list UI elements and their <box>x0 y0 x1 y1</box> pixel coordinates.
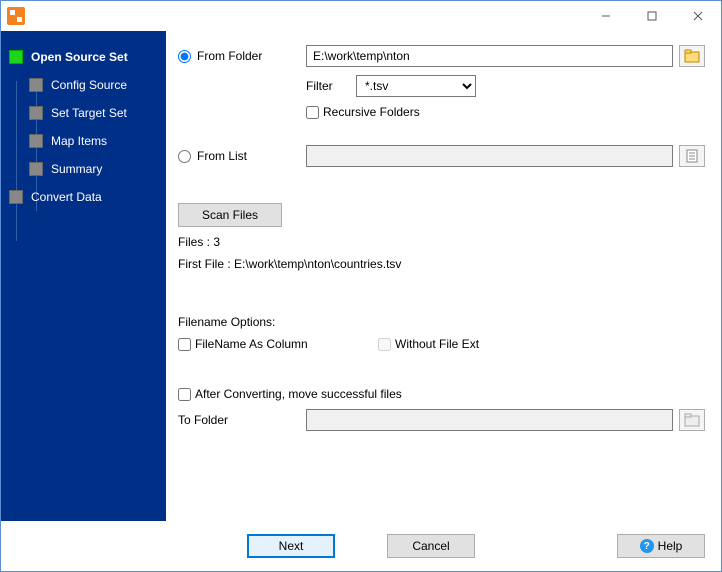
browse-list-button[interactable] <box>679 145 705 167</box>
recursive-text: Recursive Folders <box>323 105 420 119</box>
filename-options-heading: Filename Options: <box>178 315 275 329</box>
scan-files-button[interactable]: Scan Files <box>178 203 282 227</box>
after-convert-move-text: After Converting, move successful files <box>195 387 402 401</box>
next-button[interactable]: Next <box>247 534 335 558</box>
app-icon <box>7 7 25 25</box>
from-folder-radio-label[interactable]: From Folder <box>178 49 306 63</box>
titlebar <box>1 1 721 31</box>
to-folder-input <box>306 409 673 431</box>
folder-icon <box>684 413 700 427</box>
first-file-label: First File : E:\work\temp\nton\countries… <box>178 257 401 271</box>
minimize-button[interactable] <box>583 1 629 31</box>
from-list-radio-label[interactable]: From List <box>178 149 306 163</box>
browse-folder-button[interactable] <box>679 45 705 67</box>
sidebar-item-config-source[interactable]: Config Source <box>1 71 166 99</box>
folder-icon <box>684 49 700 63</box>
step-status-icon <box>29 134 43 148</box>
recursive-checkbox[interactable] <box>306 106 319 119</box>
from-folder-radio[interactable] <box>178 50 191 63</box>
folder-path-input[interactable] <box>306 45 673 67</box>
file-icon <box>685 149 699 163</box>
sidebar-item-open-source-set[interactable]: Open Source Set <box>1 43 166 71</box>
sidebar-item-label: Config Source <box>51 78 127 92</box>
filename-as-column-checkbox[interactable] <box>178 338 191 351</box>
step-status-icon <box>29 162 43 176</box>
sidebar-item-label: Summary <box>51 162 102 176</box>
without-ext-text: Without File Ext <box>395 337 479 351</box>
sidebar-item-map-items[interactable]: Map Items <box>1 127 166 155</box>
filename-as-column-text: FileName As Column <box>195 337 308 351</box>
files-count-label: Files : 3 <box>178 235 220 249</box>
after-convert-move-label[interactable]: After Converting, move successful files <box>178 387 402 401</box>
sidebar-item-summary[interactable]: Summary <box>1 155 166 183</box>
from-folder-text: From Folder <box>197 49 262 63</box>
sidebar-item-label: Convert Data <box>31 190 102 204</box>
filter-label: Filter <box>306 79 356 93</box>
cancel-button[interactable]: Cancel <box>387 534 475 558</box>
close-button[interactable] <box>675 1 721 31</box>
sidebar-item-label: Open Source Set <box>31 50 128 64</box>
recursive-checkbox-label[interactable]: Recursive Folders <box>306 105 420 119</box>
wizard-sidebar: Open Source Set Config Source Set Target… <box>1 31 166 521</box>
sidebar-item-label: Set Target Set <box>51 106 127 120</box>
without-ext-label: Without File Ext <box>378 337 479 351</box>
from-list-radio[interactable] <box>178 150 191 163</box>
maximize-button[interactable] <box>629 1 675 31</box>
app-window: Open Source Set Config Source Set Target… <box>0 0 722 572</box>
sidebar-item-convert-data[interactable]: Convert Data <box>1 183 166 211</box>
sidebar-item-set-target-set[interactable]: Set Target Set <box>1 99 166 127</box>
client-area: Open Source Set Config Source Set Target… <box>1 31 721 521</box>
sidebar-item-label: Map Items <box>51 134 107 148</box>
footer: Next Cancel ? Help <box>1 521 721 571</box>
from-list-text: From List <box>197 149 247 163</box>
step-status-icon <box>9 190 23 204</box>
after-convert-move-checkbox[interactable] <box>178 388 191 401</box>
main-panel: From Folder Filter *.tsv Recursive Folde… <box>166 31 721 521</box>
filename-as-column-label[interactable]: FileName As Column <box>178 337 378 351</box>
without-ext-checkbox <box>378 338 391 351</box>
browse-to-folder-button[interactable] <box>679 409 705 431</box>
step-status-icon <box>29 106 43 120</box>
step-status-icon <box>9 50 23 64</box>
step-status-icon <box>29 78 43 92</box>
help-button[interactable]: ? Help <box>617 534 705 558</box>
list-path-input <box>306 145 673 167</box>
filter-select[interactable]: *.tsv <box>356 75 476 97</box>
help-icon: ? <box>640 539 654 553</box>
to-folder-label: To Folder <box>178 413 306 427</box>
